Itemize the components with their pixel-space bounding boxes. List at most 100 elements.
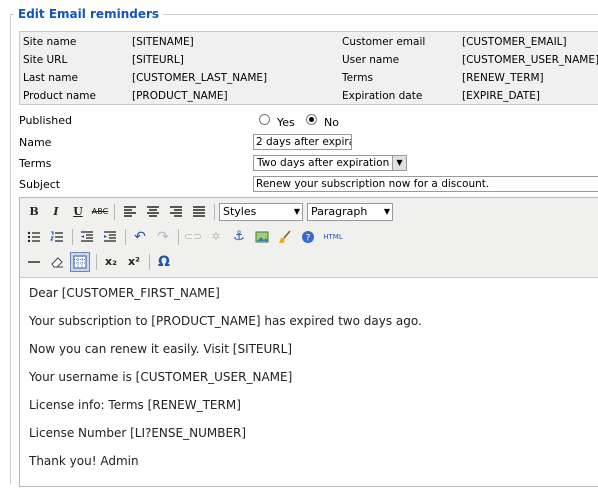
token-label: User name	[342, 54, 400, 66]
align-left-icon	[124, 206, 136, 217]
justify-button[interactable]	[189, 202, 209, 222]
body-paragraph: License Number [LI?ENSE_NUMBER]	[29, 426, 247, 440]
bullet-list-icon	[27, 231, 40, 243]
published-label: Published	[19, 114, 72, 127]
token-value: [RENEW_TERM]	[462, 72, 544, 84]
fieldset-legend: Edit Email reminders	[14, 7, 164, 21]
bullet-list-button[interactable]	[24, 227, 44, 247]
numbered-list-icon	[50, 231, 63, 242]
align-right-button[interactable]	[166, 202, 186, 222]
token-value: [CUSTOMER_USER_NAME]	[462, 54, 598, 66]
chevron-down-icon: ▼	[383, 207, 390, 216]
editor-toolbar: B I U ABC Styles ▼ Paragraph ▼ ↶ ↷ ⊂⊃ ✲ …	[20, 198, 598, 278]
token-label: Product name	[23, 90, 96, 102]
token-label: Site name	[23, 36, 77, 48]
token-reference-table: Site name [SITENAME] Customer email [CUS…	[19, 31, 598, 105]
help-button[interactable]: ?	[298, 227, 318, 247]
align-right-icon	[170, 206, 182, 217]
toolbar-row-3: x₂ x² Ω	[22, 250, 598, 274]
token-value: [CUSTOMER_LAST_NAME]	[132, 72, 268, 84]
token-label: Customer email	[342, 36, 426, 48]
editor-content[interactable]: Dear [CUSTOMER_FIRST_NAME] Your subscrip…	[20, 279, 598, 489]
undo-button[interactable]: ↶	[130, 227, 150, 247]
terms-selected-value: Two days after expiration	[257, 157, 390, 169]
italic-button[interactable]: I	[46, 202, 66, 222]
remove-format-button[interactable]	[47, 252, 67, 272]
numbered-list-button[interactable]	[47, 227, 67, 247]
redo-button[interactable]: ↷	[153, 227, 173, 247]
token-label: Terms	[342, 72, 373, 84]
toolbar-separator	[149, 254, 150, 270]
indent-button[interactable]	[100, 227, 120, 247]
name-label: Name	[19, 136, 52, 149]
align-center-icon	[147, 206, 159, 217]
toolbar-separator	[125, 229, 126, 245]
redo-icon: ↷	[157, 229, 169, 245]
terms-select[interactable]: Two days after expiration ▼	[253, 155, 407, 171]
token-label: Expiration date	[342, 90, 423, 102]
body-paragraph: Dear [CUSTOMER_FIRST_NAME]	[29, 286, 220, 300]
bold-button[interactable]: B	[24, 202, 44, 222]
toolbar-separator	[214, 204, 215, 220]
justify-icon	[193, 206, 205, 217]
outdent-button[interactable]	[77, 227, 97, 247]
token-label: Last name	[23, 72, 78, 84]
broom-icon	[279, 230, 291, 243]
link-button[interactable]: ⊂⊃	[183, 227, 203, 247]
body-paragraph: Your username is [CUSTOMER_USER_NAME]	[29, 370, 293, 384]
unlink-icon: ✲	[211, 230, 221, 243]
terms-label: Terms	[19, 157, 52, 170]
visual-aid-button[interactable]	[70, 252, 90, 272]
toolbar-row-1: B I U ABC Styles ▼ Paragraph ▼	[22, 200, 598, 224]
align-left-button[interactable]	[120, 202, 140, 222]
token-value: [PRODUCT_NAME]	[132, 90, 228, 102]
unlink-button[interactable]: ✲	[206, 227, 226, 247]
eraser-icon	[51, 257, 63, 268]
body-paragraph: Now you can renew it easily. Visit [SITE…	[29, 342, 293, 356]
outdent-icon	[81, 231, 93, 242]
toolbar-separator	[72, 229, 73, 245]
subscript-button[interactable]: x₂	[101, 252, 121, 272]
toolbar-separator	[178, 229, 179, 245]
body-paragraph: Your subscription to [PRODUCT_NAME] has …	[29, 314, 422, 328]
toolbar-separator	[114, 204, 115, 220]
styles-dropdown[interactable]: Styles ▼	[219, 203, 303, 221]
token-label: Site URL	[23, 54, 68, 66]
subject-input[interactable]: Renew your subscription now for a discou…	[253, 176, 598, 192]
anchor-button[interactable]: ⚓	[229, 227, 249, 247]
chevron-down-icon: ▼	[392, 156, 406, 170]
styles-value: Styles	[223, 205, 257, 218]
horizontal-rule-icon	[28, 261, 40, 263]
chevron-down-icon: ▼	[293, 207, 300, 216]
rich-text-editor: B I U ABC Styles ▼ Paragraph ▼ ↶ ↷ ⊂⊃ ✲ …	[19, 197, 598, 487]
token-value: [SITEURL]	[132, 54, 184, 66]
token-value: [EXPIRE_DATE]	[462, 90, 540, 102]
link-icon: ⊂⊃	[183, 230, 203, 243]
published-yes-radio[interactable]	[259, 114, 270, 125]
horizontal-rule-button[interactable]	[24, 252, 44, 272]
underline-button[interactable]: U	[68, 202, 88, 222]
format-value: Paragraph	[311, 205, 368, 218]
format-dropdown[interactable]: Paragraph ▼	[307, 203, 393, 221]
align-center-button[interactable]	[143, 202, 163, 222]
toolbar-separator	[96, 254, 97, 270]
html-source-button[interactable]: HTML	[320, 227, 346, 247]
table-grid-icon	[73, 255, 87, 269]
no-label: No	[324, 116, 339, 129]
body-paragraph: License info: Terms [RENEW_TERM]	[29, 398, 241, 412]
image-button[interactable]	[252, 227, 272, 247]
superscript-button[interactable]: x²	[124, 252, 144, 272]
strikethrough-button[interactable]: ABC	[90, 202, 110, 222]
help-icon: ?	[302, 231, 314, 244]
special-char-button[interactable]: Ω	[154, 252, 174, 272]
cleanup-button[interactable]	[275, 227, 295, 247]
yes-label: Yes	[277, 116, 295, 129]
undo-icon: ↶	[134, 229, 146, 245]
name-input[interactable]: 2 days after expiratio	[253, 134, 352, 150]
published-no-radio[interactable]	[306, 114, 317, 125]
indent-icon	[104, 231, 116, 242]
token-value: [CUSTOMER_EMAIL]	[462, 36, 567, 48]
token-value: [SITENAME]	[132, 36, 194, 48]
svg-text:?: ?	[306, 234, 311, 244]
image-icon	[255, 231, 269, 243]
